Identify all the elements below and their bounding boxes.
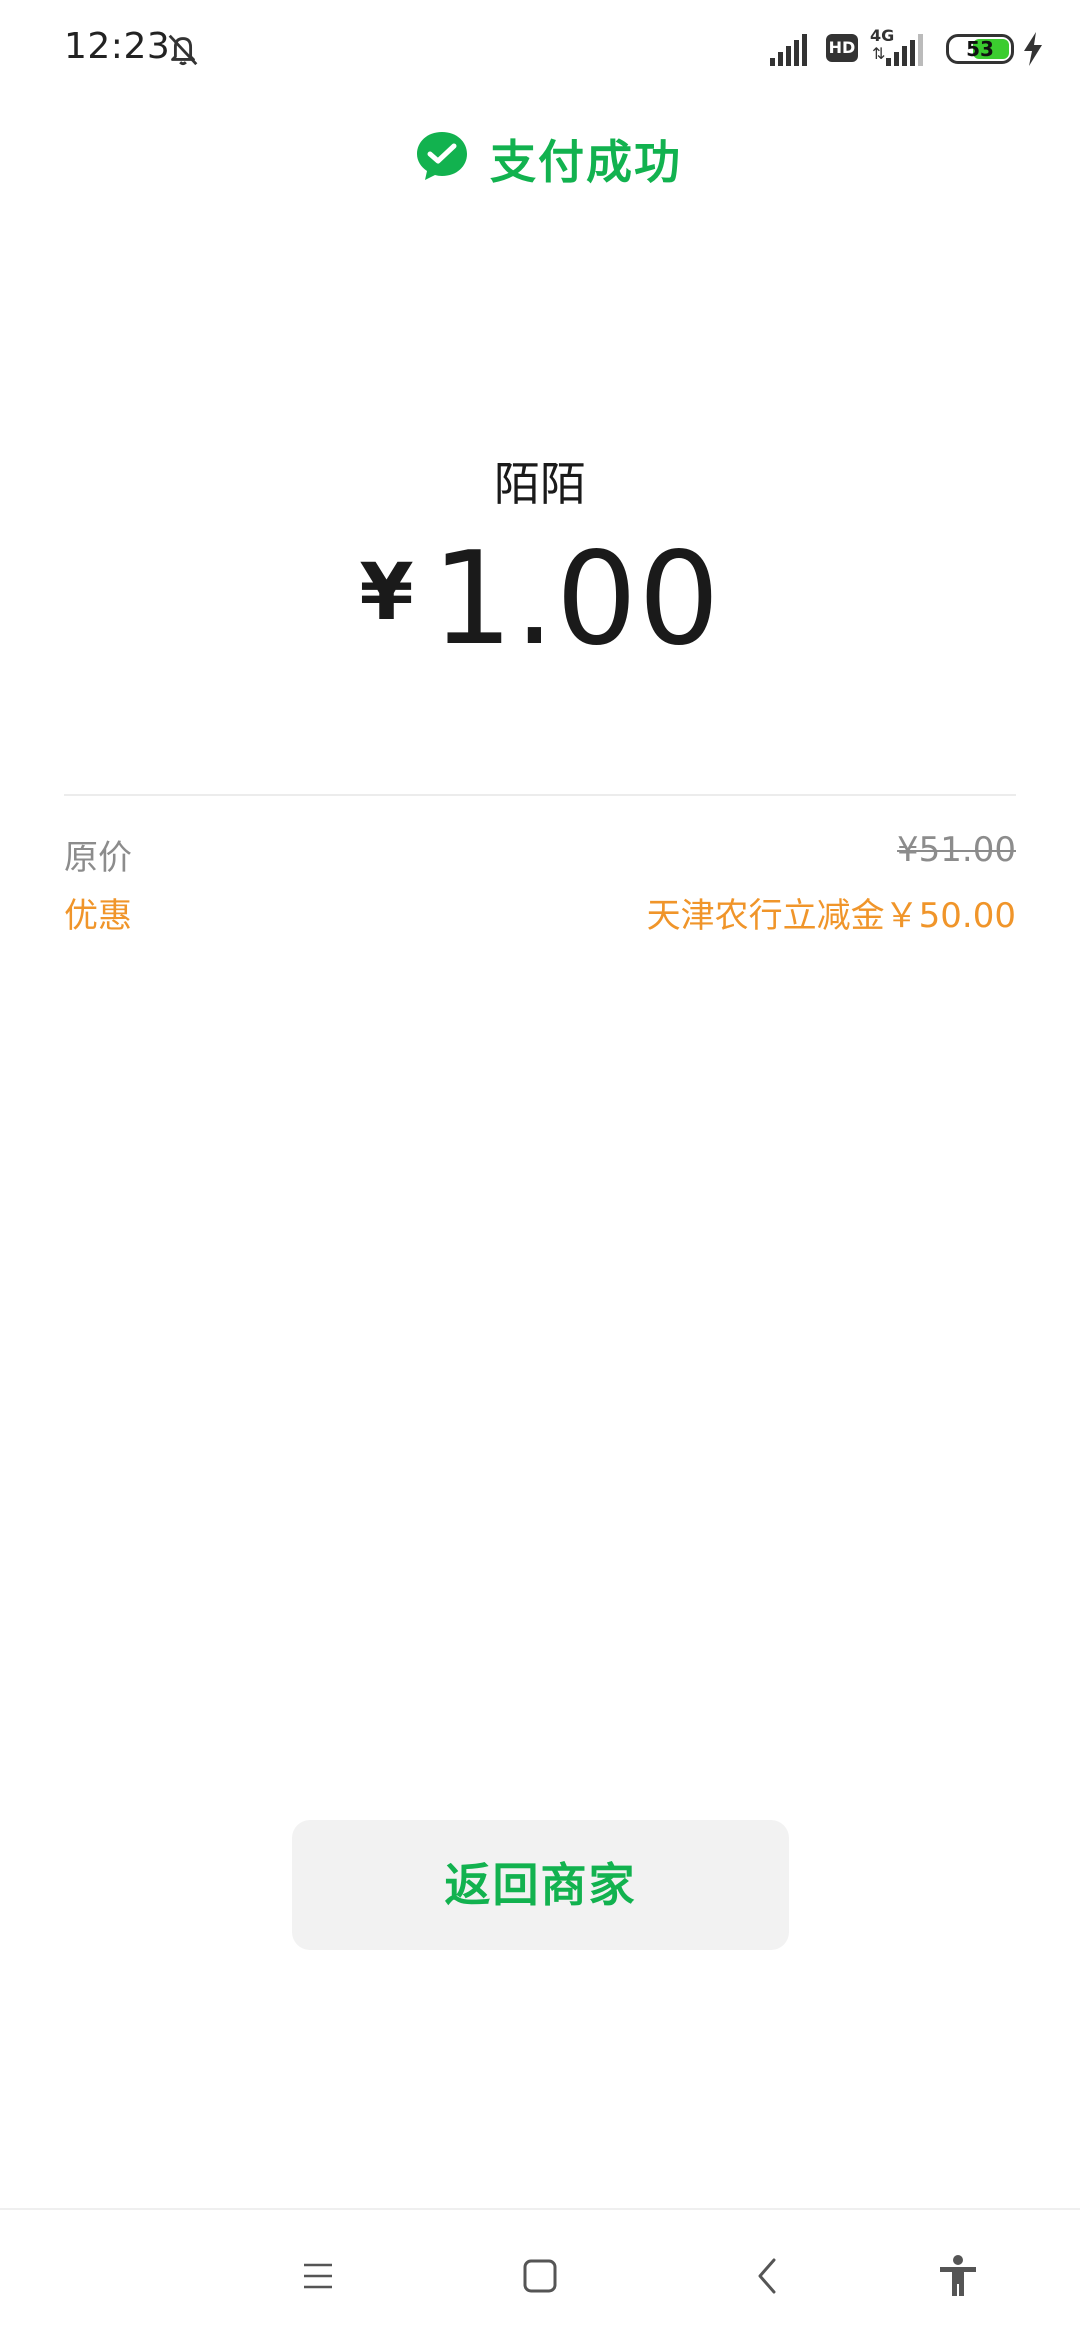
home-icon[interactable] (518, 2254, 562, 2298)
success-header: 支付成功 (0, 120, 1080, 190)
data-arrows-icon: ⇅ (872, 44, 886, 63)
discount-row: 优惠 天津农行立减金￥50.00 (64, 888, 1016, 938)
accessibility-icon[interactable] (936, 2254, 980, 2298)
amount-value: 1.00 (431, 525, 721, 674)
status-icons: HD 4G ⇅ 53 (770, 26, 1050, 70)
merchant-name: 陌陌 (494, 457, 586, 511)
hd-icon: HD (826, 34, 858, 62)
wechat-pay-icon (417, 132, 467, 180)
payment-success-title: 支付成功 (490, 135, 682, 189)
paid-amount: ¥1.00 (0, 530, 1080, 670)
navigation-bar (0, 2208, 1080, 2340)
return-to-merchant-button[interactable]: 返回商家 (292, 1820, 789, 1950)
divider (64, 794, 1016, 796)
currency-symbol: ¥ (359, 548, 414, 638)
menu-icon[interactable] (296, 2254, 340, 2298)
status-time: 12:23 (64, 26, 171, 67)
original-price-value: ¥51.00 (897, 830, 1016, 870)
mute-bell-icon (168, 34, 198, 66)
back-icon[interactable] (746, 2254, 790, 2298)
original-price-label: 原价 (64, 838, 132, 878)
discount-label: 优惠 (64, 896, 132, 936)
discount-value: 天津农行立减金￥50.00 (646, 896, 1016, 936)
signal-4g-icon (886, 34, 923, 66)
charging-bolt-icon (1024, 32, 1042, 66)
battery-icon: 53 (946, 34, 1014, 64)
status-bar: 12:23 HD 4G ⇅ 53 (0, 0, 1080, 100)
payment-success-screen: 12:23 HD 4G ⇅ 53 支付成功 陌陌 ¥ 1.00 原价 ¥51.0… (0, 0, 1080, 2340)
original-price-row: 原价 ¥51.00 (64, 830, 1016, 880)
battery-level: 53 (966, 37, 994, 61)
signal-icon (770, 34, 807, 66)
